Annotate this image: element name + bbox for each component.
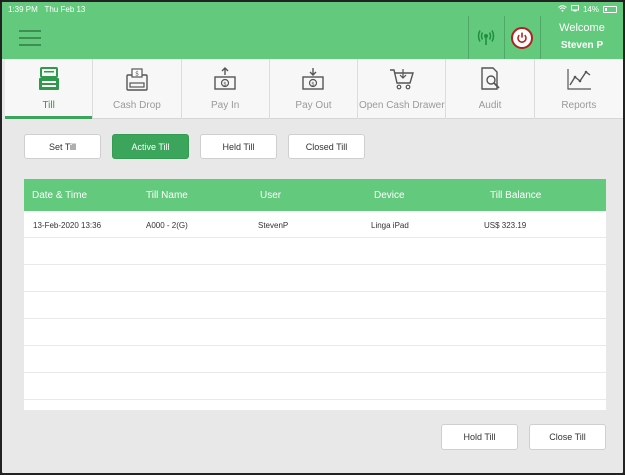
cell-date-time: 13-Feb-2020 13:36 xyxy=(33,221,102,230)
nav-pay-in[interactable]: $ Pay In xyxy=(182,59,270,119)
tab-active-till[interactable]: Active Till xyxy=(112,134,189,159)
svg-text:$: $ xyxy=(135,71,139,78)
nav-cash-drop[interactable]: $ Cash Drop xyxy=(93,59,182,119)
table-row-empty xyxy=(24,319,606,346)
welcome-label: Welcome xyxy=(559,22,605,34)
connection-signal-button[interactable] xyxy=(469,16,503,59)
signal-icon xyxy=(477,29,495,45)
wifi-icon xyxy=(558,5,567,14)
audit-icon xyxy=(446,67,533,91)
top-bar: 1:39 PM Thu Feb 13 14% Welcome Steven P xyxy=(2,2,623,59)
table-row-empty xyxy=(24,238,606,265)
status-bar: 1:39 PM Thu Feb 13 14% xyxy=(2,2,623,16)
cell-till-name: A000 - 2(G) xyxy=(146,221,188,230)
nav-audit[interactable]: Audit xyxy=(446,59,535,119)
nav-till-label: Till xyxy=(42,100,55,111)
nav-reports-label: Reports xyxy=(561,100,597,111)
cash-drop-icon: $ xyxy=(93,67,180,91)
menu-hamburger-icon[interactable] xyxy=(19,30,41,46)
hold-till-button[interactable]: Hold Till xyxy=(441,424,518,450)
nav-pay-out[interactable]: $ Pay Out xyxy=(270,59,359,119)
till-drawer-icon xyxy=(5,67,92,91)
cart-icon xyxy=(358,67,445,91)
svg-text:$: $ xyxy=(223,81,227,87)
table-header: Date & Time Till Name User Device Till B… xyxy=(24,179,606,211)
cell-device: Linga iPad xyxy=(371,221,409,230)
col-till-name: Till Name xyxy=(146,190,188,201)
user-welcome: Welcome Steven P xyxy=(540,22,623,51)
reports-chart-icon xyxy=(535,67,623,91)
user-name: Steven P xyxy=(560,40,604,51)
pay-in-icon: $ xyxy=(182,67,269,91)
battery-icon xyxy=(603,6,617,13)
table-row-empty xyxy=(24,292,606,319)
col-date-time: Date & Time xyxy=(32,190,88,201)
close-till-button[interactable]: Close Till xyxy=(529,424,606,450)
screen-mirror-icon xyxy=(570,5,579,14)
pay-out-icon: $ xyxy=(270,67,357,91)
col-device: Device xyxy=(374,190,405,201)
battery-percent: 14% xyxy=(582,5,599,14)
function-nav: Till $ Cash Drop $ Pay In $ Pay Out Open… xyxy=(5,59,623,119)
tab-set-till[interactable]: Set Till xyxy=(24,134,101,159)
nav-pay-in-label: Pay In xyxy=(211,100,240,111)
till-table: Date & Time Till Name User Device Till B… xyxy=(24,179,606,410)
cell-till-balance: US$ 323.19 xyxy=(484,221,527,230)
nav-cash-drop-label: Cash Drop xyxy=(113,100,161,111)
power-icon xyxy=(511,26,533,49)
nav-pay-out-label: Pay Out xyxy=(295,100,332,111)
svg-text:$: $ xyxy=(312,81,316,87)
tab-held-till[interactable]: Held Till xyxy=(200,134,277,159)
nav-open-cash-drawer-label: Open Cash Drawer xyxy=(358,100,445,111)
cell-user: StevenP xyxy=(258,221,289,230)
col-user: User xyxy=(260,190,282,201)
nav-reports[interactable]: Reports xyxy=(535,59,623,119)
table-row[interactable]: 13-Feb-2020 13:36 A000 - 2(G) StevenP Li… xyxy=(24,211,606,238)
nav-till[interactable]: Till xyxy=(5,59,94,119)
nav-open-cash-drawer[interactable]: Open Cash Drawer xyxy=(358,59,447,119)
tab-closed-till[interactable]: Closed Till xyxy=(288,134,365,159)
logout-power-button[interactable] xyxy=(505,16,539,59)
status-time: 1:39 PM Thu Feb 13 xyxy=(8,5,86,14)
status-right: 14% xyxy=(558,5,617,14)
nav-audit-label: Audit xyxy=(478,100,502,111)
table-row-empty xyxy=(24,373,606,400)
col-till-balance: Till Balance xyxy=(490,190,542,201)
table-row-empty xyxy=(24,346,606,373)
pos-screen: 1:39 PM Thu Feb 13 14% Welcome Steven P … xyxy=(0,0,625,475)
table-row-empty xyxy=(24,265,606,292)
